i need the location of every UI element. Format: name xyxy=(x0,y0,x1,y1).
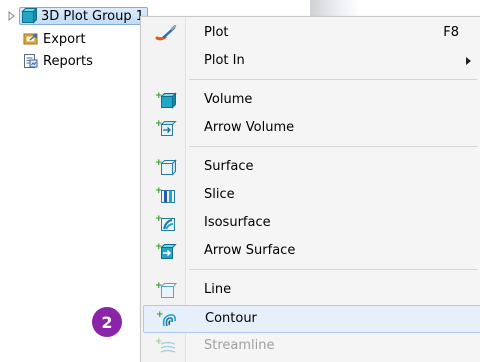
menu-separator xyxy=(189,79,477,80)
context-menu: Plot F8 Plot In + Volume + Arrow Volume … xyxy=(140,16,480,362)
menu-item-plot[interactable]: Plot F8 xyxy=(143,20,479,46)
menu-separator xyxy=(189,146,477,147)
menu-item-shortcut: F8 xyxy=(443,25,459,40)
menu-item-label: Isosurface xyxy=(204,215,271,230)
expand-arrow-icon[interactable] xyxy=(6,11,16,21)
svg-text:+: + xyxy=(155,338,163,347)
plot-brush-icon xyxy=(155,25,177,41)
tree-item-selection: 3D Plot Group 1 xyxy=(19,7,149,25)
menu-item-isosurface[interactable]: + Isosurface xyxy=(143,210,479,236)
contour-icon: + xyxy=(156,311,176,327)
menu-item-label: Volume xyxy=(204,92,253,107)
tree-item-label: Export xyxy=(43,31,86,47)
export-icon xyxy=(23,33,38,45)
tree-item-label: Reports xyxy=(43,53,93,69)
line-icon: + xyxy=(155,282,177,298)
menu-item-streamline[interactable]: + Streamline xyxy=(143,333,479,359)
menu-item-line[interactable]: + Line xyxy=(143,277,479,303)
menu-item-plot-in[interactable]: Plot In xyxy=(143,48,479,74)
menu-item-label: Slice xyxy=(204,187,235,202)
surface-icon: + xyxy=(155,159,177,176)
submenu-arrow-icon xyxy=(466,57,471,65)
menu-item-slice[interactable]: + Slice xyxy=(143,182,479,208)
arrow-volume-icon: + xyxy=(155,120,177,136)
menu-item-label: Surface xyxy=(204,159,254,174)
menu-item-volume[interactable]: + Volume xyxy=(143,87,479,113)
plot-group-icon xyxy=(21,8,37,24)
streamline-icon: + xyxy=(155,338,176,353)
menu-separator xyxy=(189,269,477,270)
menu-item-surface[interactable]: + Surface xyxy=(143,154,479,180)
menu-item-contour[interactable]: + Contour xyxy=(143,305,480,333)
menu-item-label: Line xyxy=(204,282,232,297)
volume-icon: + xyxy=(155,92,177,109)
tree-item-reports[interactable]: Reports xyxy=(23,52,93,70)
isosurface-icon: + xyxy=(155,215,175,231)
menu-item-label: Arrow Surface xyxy=(204,243,296,258)
reports-icon xyxy=(24,54,38,68)
menu-item-label: Streamline xyxy=(204,338,275,353)
arrow-surface-icon: + xyxy=(155,243,177,259)
svg-text:+: + xyxy=(156,311,164,320)
menu-item-arrow-volume[interactable]: + Arrow Volume xyxy=(143,115,479,141)
menu-item-arrow-surface[interactable]: + Arrow Surface xyxy=(143,238,479,264)
background-shade xyxy=(310,0,360,16)
tree-item-export[interactable]: Export xyxy=(23,30,86,48)
slice-icon: + xyxy=(155,187,175,203)
menu-item-label: Plot xyxy=(204,25,229,40)
tree-item-3d-plot-group[interactable]: 3D Plot Group 1 xyxy=(6,7,149,25)
step-badge: 2 xyxy=(92,307,122,337)
model-tree: 3D Plot Group 1 Export Reports xyxy=(0,0,160,100)
menu-item-label: Contour xyxy=(205,311,257,326)
menu-item-label: Arrow Volume xyxy=(204,120,295,135)
tree-item-label: 3D Plot Group 1 xyxy=(41,8,145,24)
menu-item-label: Plot In xyxy=(204,53,245,68)
